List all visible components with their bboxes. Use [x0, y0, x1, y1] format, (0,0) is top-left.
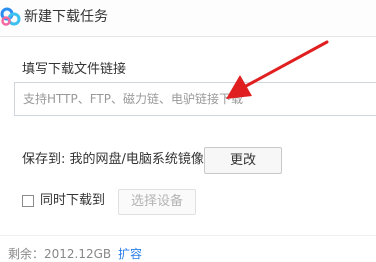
- window-title: 新建下载任务: [24, 9, 108, 25]
- select-device-button[interactable]: 选择设备: [118, 189, 196, 215]
- expand-capacity-link[interactable]: 扩容: [118, 247, 142, 262]
- simultaneous-download-label[interactable]: 同时下载到: [40, 193, 105, 209]
- change-path-button[interactable]: 更改: [204, 147, 282, 174]
- title-bar: 新建下载任务: [0, 0, 376, 37]
- download-link-input[interactable]: [14, 82, 376, 116]
- link-field-label: 填写下载文件链接: [22, 62, 127, 77]
- app-logo-icon: [0, 7, 21, 26]
- footer-divider: [0, 235, 376, 236]
- remaining-space-text: 剩余：2012.12GB: [8, 247, 112, 261]
- simultaneous-download-checkbox[interactable]: [22, 195, 34, 207]
- annotation-arrow-icon: [226, 40, 329, 99]
- save-path-label: 保存到: 我的网盘/电脑系统镜像: [22, 152, 204, 167]
